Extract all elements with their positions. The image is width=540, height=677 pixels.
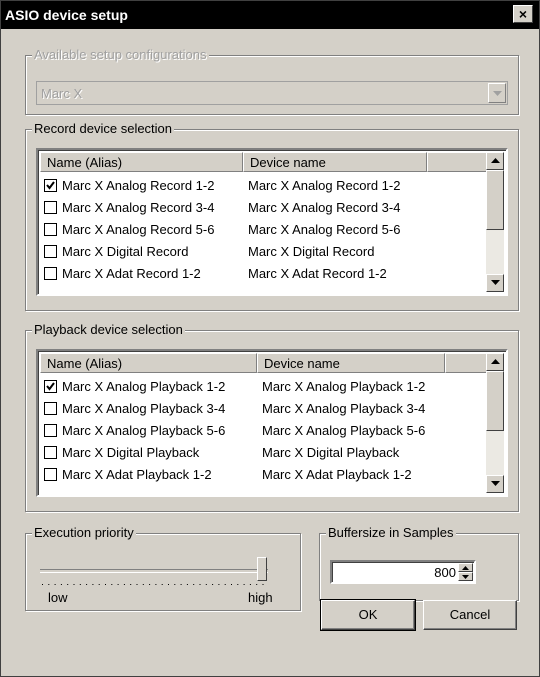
buffer-group: Buffersize in Samples 800 [319,525,519,601]
setup-config-dropdown-button[interactable] [488,83,506,103]
playback-scroll-thumb[interactable] [486,371,504,431]
window-title: ASIO device setup [5,7,128,23]
setup-config-value: Marc X [41,86,83,101]
playback-device-device-name: Marc X Digital Playback [262,445,400,460]
record-device-device-name: Marc X Digital Record [248,244,375,259]
playback-scroll-up-button[interactable] [486,353,504,371]
playback-scrollbar[interactable] [486,353,504,493]
record-device-alias: Marc X Analog Record 3-4 [62,200,215,215]
title-bar[interactable]: ASIO device setup × [1,1,539,29]
ok-button[interactable]: OK [320,599,416,631]
playback-device-device-name: Marc X Analog Playback 3-4 [262,401,426,416]
buffer-decrement-button[interactable] [458,572,473,581]
record-device-checkbox[interactable] [44,267,57,280]
playback-device-row[interactable]: Marc X Analog Playback 5-6 Marc X Analog … [44,420,492,442]
record-device-device-name: Marc X Analog Record 5-6 [248,222,401,237]
record-group: Record device selection Name (Alias) Dev… [25,121,519,311]
arrow-down-icon [491,481,500,486]
record-device-row[interactable]: Marc X Analog Record 3-4 Marc X Analog Re… [44,197,492,219]
close-button[interactable]: × [513,5,533,23]
record-device-row[interactable]: Marc X Analog Record 1-2 Marc X Analog Re… [44,175,492,197]
record-device-alias: Marc X Analog Record 5-6 [62,222,215,237]
record-legend: Record device selection [32,121,175,136]
playback-device-device-name: Marc X Analog Playback 5-6 [262,423,426,438]
priority-slider-track[interactable] [40,569,268,573]
playback-legend: Playback device selection [32,322,185,337]
playback-device-row[interactable]: Marc X Analog Playback 3-4 Marc X Analog … [44,398,492,420]
cancel-button[interactable]: Cancel [423,600,517,630]
playback-device-checkbox[interactable] [44,402,57,415]
record-col-device-header[interactable]: Device name [243,152,427,172]
record-col-spacer-header [427,152,488,172]
playback-device-checkbox[interactable] [44,446,57,459]
buffer-legend: Buffersize in Samples [326,525,456,540]
priority-high-label: high [248,590,273,605]
setup-config-select[interactable]: Marc X [36,81,508,105]
priority-group: Execution priority low high [25,525,301,611]
playback-device-row[interactable]: Marc X Analog Playback 1-2 Marc X Analog … [44,376,492,398]
close-icon: × [518,6,528,22]
arrow-up-icon [491,158,500,163]
record-scrollbar[interactable] [486,152,504,292]
playback-device-device-name: Marc X Adat Playback 1-2 [262,467,412,482]
record-device-alias: Marc X Adat Record 1-2 [62,266,201,281]
playback-device-alias: Marc X Analog Playback 3-4 [62,401,226,416]
buffer-size-value: 800 [434,565,456,580]
setup-config-group: Available setup configurations Marc X [25,47,519,115]
priority-low-label: low [48,590,68,605]
record-device-row[interactable]: Marc X Analog Record 5-6 Marc X Analog Re… [44,219,492,241]
arrow-up-icon [462,566,469,570]
buffer-size-input[interactable]: 800 [330,560,476,584]
playback-group: Playback device selection Name (Alias) D… [25,322,519,512]
priority-slider-thumb[interactable] [257,557,267,581]
record-scroll-thumb[interactable] [486,170,504,230]
record-device-device-name: Marc X Adat Record 1-2 [248,266,387,281]
playback-col-alias-header[interactable]: Name (Alias) [40,353,257,373]
record-scroll-up-button[interactable] [486,152,504,170]
record-device-row[interactable]: Marc X Digital Record Marc X Digital Reco… [44,241,492,263]
record-device-alias: Marc X Digital Record [62,244,189,259]
checkmark-icon [46,181,55,190]
record-device-row[interactable]: Marc X Adat Record 1-2 Marc X Adat Record… [44,263,492,285]
record-scroll-down-button[interactable] [486,274,504,292]
priority-legend: Execution priority [32,525,136,540]
playback-device-checkbox[interactable] [44,468,57,481]
playback-device-checkbox[interactable] [44,380,57,393]
playback-device-row[interactable]: Marc X Digital Playback Marc X Digital Pl… [44,442,492,464]
record-device-alias: Marc X Analog Record 1-2 [62,178,215,193]
priority-ticks [42,584,264,585]
arrow-down-icon [462,575,469,579]
playback-device-device-name: Marc X Analog Playback 1-2 [262,379,426,394]
record-device-checkbox[interactable] [44,245,57,258]
record-device-device-name: Marc X Analog Record 3-4 [248,200,401,215]
checkmark-icon [46,382,55,391]
record-device-list[interactable]: Name (Alias) Device name Marc X Analog R… [36,148,508,296]
chevron-down-icon [493,91,502,96]
playback-device-alias: Marc X Analog Playback 1-2 [62,379,226,394]
playback-device-alias: Marc X Digital Playback [62,445,200,460]
playback-col-spacer-header [445,353,488,373]
record-device-checkbox[interactable] [44,223,57,236]
arrow-down-icon [491,280,500,285]
record-col-alias-header[interactable]: Name (Alias) [40,152,243,172]
playback-device-alias: Marc X Adat Playback 1-2 [62,467,212,482]
arrow-up-icon [491,359,500,364]
playback-scroll-down-button[interactable] [486,475,504,493]
buffer-increment-button[interactable] [458,563,473,572]
record-device-device-name: Marc X Analog Record 1-2 [248,178,401,193]
setup-config-legend: Available setup configurations [32,47,209,62]
record-device-checkbox[interactable] [44,201,57,214]
asio-setup-dialog: ASIO device setup × Available setup conf… [0,0,540,677]
playback-device-row[interactable]: Marc X Adat Playback 1-2 Marc X Adat Play… [44,464,492,486]
playback-col-device-header[interactable]: Device name [257,353,445,373]
playback-device-alias: Marc X Analog Playback 5-6 [62,423,226,438]
record-device-checkbox[interactable] [44,179,57,192]
playback-device-checkbox[interactable] [44,424,57,437]
playback-device-list[interactable]: Name (Alias) Device name Marc X Analog P… [36,349,508,497]
